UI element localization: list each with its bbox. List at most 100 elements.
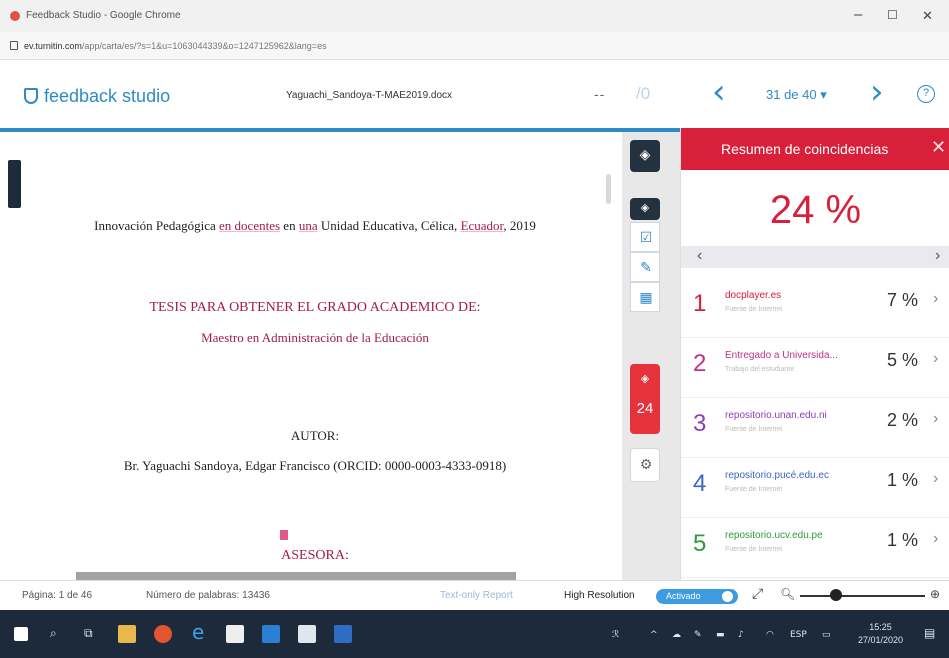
document-viewer[interactable]: Innovación Pedagógica en docentes en una… <box>0 132 622 580</box>
match-highlight[interactable]: Ecuador <box>461 218 504 233</box>
lock-icon <box>10 41 18 50</box>
task-view-icon[interactable]: ⧉ <box>84 626 93 641</box>
high-resolution-toggle[interactable]: Activado <box>656 589 738 604</box>
document-title: Innovación Pedagógica en docentes en una… <box>94 218 536 233</box>
url-text[interactable]: ev.turnitin.com/app/carta/es/?s=1&u=1063… <box>24 41 327 51</box>
match-expand-icon[interactable]: › <box>933 410 938 428</box>
quickmark-button[interactable]: ☑ <box>630 222 660 252</box>
window-title: Feedback Studio - Google Chrome <box>26 10 181 21</box>
high-resolution-label: High Resolution <box>564 590 635 601</box>
zoom-in-icon[interactable]: ⊕ <box>930 587 940 601</box>
autor-name: Br. Yaguachi Sandoya, Edgar Francisco (O… <box>123 458 507 473</box>
settings-button[interactable]: ⚙ <box>630 448 660 482</box>
document-filename: Yaguachi_Sandoya-T-MAE2019.docx <box>286 90 453 101</box>
notification-icon[interactable]: ▭ <box>822 630 831 640</box>
edit-icon: ✎ <box>640 260 652 276</box>
file-explorer-icon[interactable] <box>118 625 136 643</box>
paper-pager-dropdown[interactable]: 31 de 40 ▾ <box>766 87 827 103</box>
asesora-label: ASESORA: <box>281 548 349 563</box>
match-row[interactable]: 2 Entregado a Universida... Trabajo del es… <box>681 336 949 398</box>
match-row[interactable]: 5 repositorio.ucv.edu.pe Fuente de Interne… <box>681 516 949 578</box>
search-icon[interactable]: ⌕ <box>50 626 57 641</box>
grade-dash[interactable]: -- <box>594 86 605 102</box>
app-l-icon[interactable] <box>262 625 280 643</box>
previous-paper-icon[interactable]: ‹ <box>712 72 726 112</box>
match-highlight[interactable]: en docentes <box>219 218 280 233</box>
layers-button[interactable]: ◈ <box>630 140 660 172</box>
zoom-out-icon[interactable]: 🔍︎ <box>780 587 795 601</box>
wifi-icon[interactable]: ◠ <box>766 630 774 640</box>
panel-next-icon[interactable]: › <box>935 247 940 265</box>
match-source[interactable]: repositorio.unan.edu.ni <box>725 410 827 421</box>
layers-small-button[interactable]: ◈ <box>630 198 660 220</box>
panel-nav-strip: ‹ › <box>681 246 949 268</box>
side-panel-handle[interactable] <box>8 160 21 208</box>
match-number: 2 <box>693 350 707 377</box>
match-marker-icon[interactable] <box>280 530 288 540</box>
cloud-icon[interactable]: ☁ <box>672 630 681 640</box>
rubric-button[interactable]: ▦ <box>630 282 660 312</box>
next-paper-icon[interactable]: › <box>870 72 884 112</box>
match-expand-icon[interactable]: › <box>933 530 938 548</box>
close-panel-icon[interactable]: ✕ <box>931 137 946 158</box>
similarity-icon: ◈ <box>640 372 650 385</box>
grade-out-of: /0 <box>636 84 651 103</box>
document-scrollbar[interactable] <box>606 174 611 204</box>
match-percent: 7 % <box>887 290 919 310</box>
match-expand-icon[interactable]: › <box>933 470 938 488</box>
match-source[interactable]: docplayer.es <box>725 290 781 301</box>
match-source[interactable]: repositorio.ucv.edu.pe <box>725 530 823 541</box>
address-bar[interactable]: ev.turnitin.com/app/carta/es/?s=1&u=1063… <box>0 32 949 60</box>
taskbar-clock[interactable]: 15:25 27/01/2020 <box>858 621 903 647</box>
volume-icon[interactable]: ♪ <box>738 630 744 640</box>
page-count: Página: 1 de 46 <box>22 590 93 601</box>
zoom-slider[interactable] <box>800 595 925 597</box>
match-source[interactable]: Entregado a Universida... <box>725 350 838 361</box>
match-number: 3 <box>693 410 707 437</box>
edge-icon[interactable]: e <box>192 620 204 644</box>
match-number: 1 <box>693 290 707 317</box>
gear-icon: ⚙ <box>639 457 653 473</box>
minimize-button[interactable]: – <box>854 6 862 23</box>
panel-prev-icon[interactable]: ‹ <box>697 247 702 265</box>
comment-button[interactable]: ✎ <box>630 252 660 282</box>
close-window-button[interactable]: ✕ <box>922 8 933 24</box>
status-bar: Página: 1 de 46 Número de palabras: 1343… <box>0 580 949 610</box>
match-expand-icon[interactable]: › <box>933 290 938 308</box>
match-row[interactable]: 3 repositorio.unan.edu.ni Fuente de Intern… <box>681 396 949 458</box>
zoom-slider-handle[interactable] <box>830 589 842 601</box>
store-icon[interactable] <box>226 625 244 643</box>
people-icon[interactable]: ℛ <box>612 630 619 640</box>
battery-icon[interactable]: ▬ <box>716 630 725 640</box>
grid-icon: ▦ <box>639 290 653 306</box>
chrome-icon <box>10 11 20 21</box>
similarity-button[interactable]: ◈ 24 <box>630 364 660 434</box>
fullscreen-icon[interactable]: ⤢ <box>752 585 763 602</box>
match-source[interactable]: repositorio.pucé.edu.ec <box>725 470 829 481</box>
text-only-report-link[interactable]: Text-only Report <box>440 590 513 601</box>
overall-similarity: 24 % <box>769 188 862 232</box>
windows-start-icon[interactable] <box>14 627 28 641</box>
mail-icon[interactable] <box>298 625 316 643</box>
match-percent: 1 % <box>887 470 919 490</box>
chrome-taskbar-icon[interactable] <box>154 625 172 643</box>
autor-label: AUTOR: <box>290 428 340 443</box>
windows-taskbar: ⌕ ⧉ e ℛ ^ ☁ ✎ ▬ ♪ ◠ ESP ▭ 15:25 27/01/202… <box>0 610 949 658</box>
action-center-icon[interactable]: ▤ <box>924 626 935 640</box>
match-row[interactable]: 4 repositorio.pucé.edu.ec Fuente de Intern… <box>681 456 949 518</box>
word-count: Número de palabras: 13436 <box>146 590 270 601</box>
word-icon[interactable] <box>334 625 352 643</box>
tray-chevron-icon[interactable]: ^ <box>650 630 658 640</box>
match-source-type: Trabajo del estudiante <box>725 366 795 373</box>
keyboard-language[interactable]: ESP <box>790 630 807 640</box>
check-icon: ☑ <box>639 230 653 246</box>
match-source-type: Fuente de Internet <box>725 306 783 313</box>
match-row[interactable]: 1 docplayer.es Fuente de Internet 7 % › <box>681 276 949 338</box>
feedback-studio-logo-icon <box>24 88 38 104</box>
help-icon[interactable]: ? <box>917 85 935 103</box>
maximize-button[interactable]: ☐ <box>887 8 898 22</box>
pen-icon[interactable]: ✎ <box>694 630 702 640</box>
match-highlight[interactable]: una <box>299 218 318 233</box>
truncated-text-line <box>76 572 516 580</box>
match-expand-icon[interactable]: › <box>933 350 938 368</box>
